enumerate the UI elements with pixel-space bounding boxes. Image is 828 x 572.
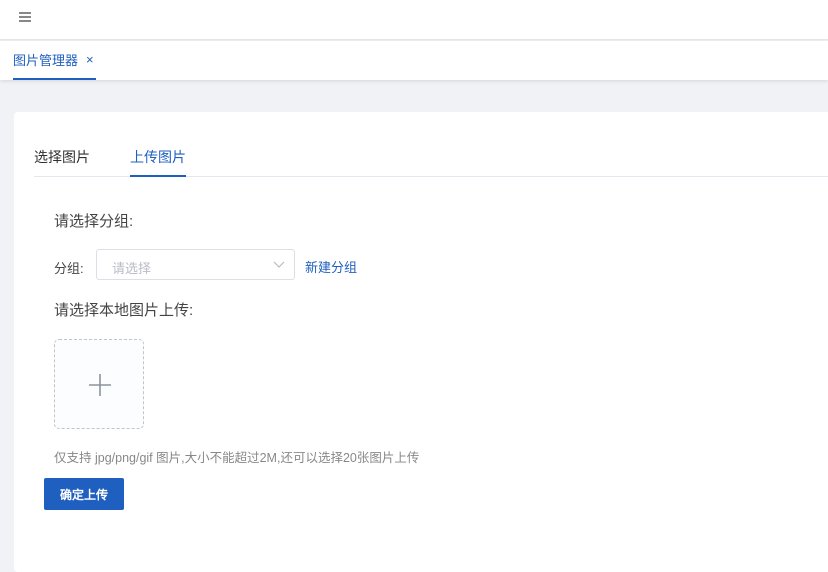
group-label: 分组: <box>54 261 84 276</box>
tab-upload-image[interactable]: 上传图片 <box>130 142 186 177</box>
hamburger-menu-icon[interactable] <box>17 10 33 24</box>
page-tabs-bar: 图片管理器 × <box>0 41 828 80</box>
page-tab-label: 图片管理器 <box>13 53 79 68</box>
group-select[interactable]: 请选择 <box>96 249 295 280</box>
upload-heading: 请选择本地图片上传: <box>54 302 194 319</box>
upload-hint: 仅支持 jpg/png/gif 图片,大小不能超过2M,还可以选择20张图片上传 <box>54 451 420 465</box>
content-card: 选择图片 上传图片 请选择分组: 分组: 请选择 新建分组 请选择本地图片上传:… <box>14 112 828 572</box>
plus-icon <box>89 374 111 396</box>
top-header <box>0 0 828 40</box>
image-upload-dropzone[interactable] <box>54 339 144 429</box>
group-select-placeholder: 请选择 <box>112 261 152 276</box>
tab-select-image[interactable]: 选择图片 <box>34 142 90 177</box>
tabs-header: 选择图片 上传图片 <box>34 142 828 177</box>
new-group-link[interactable]: 新建分组 <box>305 257 357 276</box>
chevron-down-icon <box>273 261 285 268</box>
group-heading: 请选择分组: <box>54 213 134 230</box>
page-tab-image-manager[interactable]: 图片管理器 × <box>13 41 96 80</box>
confirm-upload-button[interactable]: 确定上传 <box>44 478 124 510</box>
close-icon[interactable]: × <box>86 52 94 67</box>
